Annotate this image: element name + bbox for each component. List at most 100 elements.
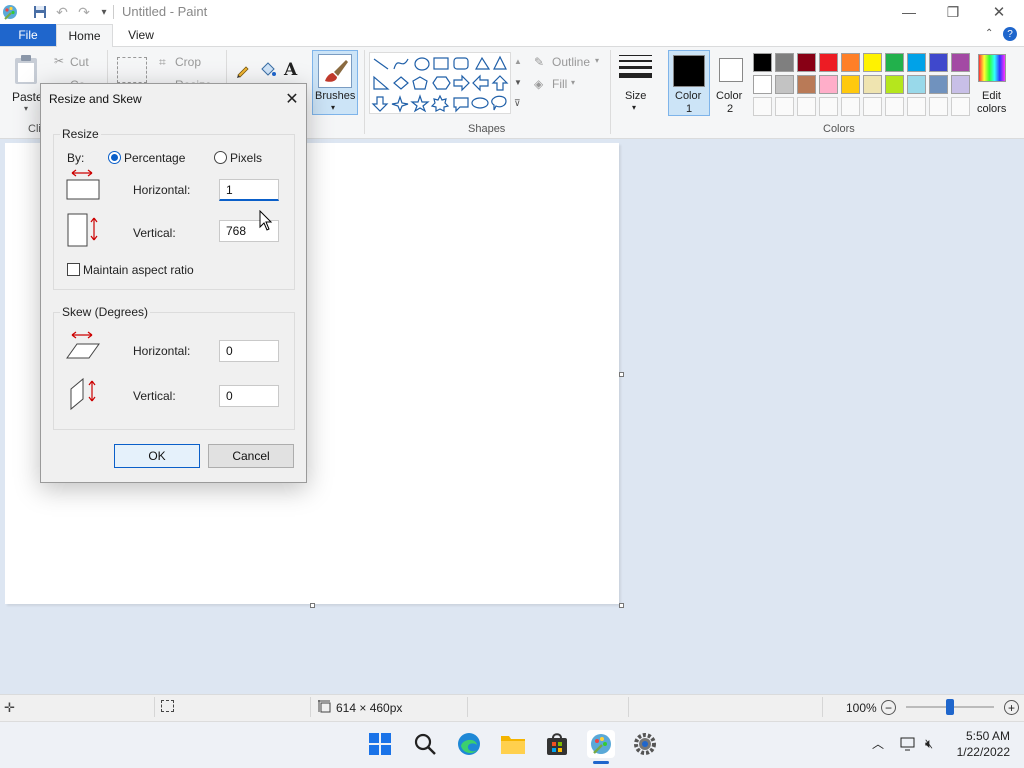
save-icon[interactable] [30,2,50,22]
crop-button[interactable]: Crop [175,55,201,69]
canvas-resize-handle-right[interactable] [619,372,624,377]
color2-swatch[interactable] [719,58,743,82]
palette-swatch[interactable] [775,53,794,72]
settings-gear-icon[interactable] [631,730,659,758]
custom-color-slot[interactable] [929,97,948,116]
edge-browser-icon[interactable] [455,730,483,758]
outline-dropdown[interactable]: Outline [552,55,590,69]
pencil-icon[interactable] [235,62,251,81]
resize-horizontal-input[interactable] [219,179,279,201]
paste-dropdown-icon[interactable]: ▾ [24,104,28,113]
edit-colors-label[interactable]: Edit [982,90,1001,102]
pixels-label[interactable]: Pixels [230,151,262,165]
fill-bucket-icon[interactable] [259,62,277,81]
volume-muted-icon[interactable]: 🔇︎ [925,736,933,752]
custom-color-slot[interactable] [797,97,816,116]
size-dropdown-icon[interactable]: ▾ [632,103,636,112]
palette-swatch[interactable] [863,75,882,94]
zoom-in-button[interactable]: + [1004,700,1019,715]
palette-swatch[interactable] [951,53,970,72]
percentage-label[interactable]: Percentage [124,151,185,165]
edit-colors-icon[interactable] [978,54,1006,82]
shapes-gallery[interactable] [369,52,511,114]
palette-swatch[interactable] [841,75,860,94]
custom-color-slot[interactable] [951,97,970,116]
maintain-aspect-label[interactable]: Maintain aspect ratio [83,263,194,277]
custom-color-slot[interactable] [885,97,904,116]
skew-horizontal-label: Horizontal: [133,344,191,358]
paint-app-icon[interactable] [0,2,20,22]
cancel-button[interactable]: Cancel [208,444,294,468]
canvas-resize-handle-corner[interactable] [619,603,624,608]
skew-vertical-input[interactable] [219,385,279,407]
undo-icon[interactable]: ↶ [52,2,72,22]
custom-color-slot[interactable] [819,97,838,116]
custom-color-slot[interactable] [841,97,860,116]
custom-color-slot[interactable] [863,97,882,116]
brushes-label: Brushes [315,90,356,102]
ok-button[interactable]: OK [114,444,200,468]
custom-color-slot[interactable] [907,97,926,116]
palette-swatch[interactable] [753,75,772,94]
network-icon[interactable] [900,737,916,754]
paint-taskbar-icon[interactable] [587,730,615,758]
palette-swatch[interactable] [885,53,904,72]
shapes-scroll-down-icon[interactable]: ▼ [514,78,522,87]
palette-swatch[interactable] [797,75,816,94]
customize-toolbar-dropdown-icon[interactable]: ▾ [94,2,114,22]
minimize-button[interactable]: — [886,0,932,24]
palette-swatch[interactable] [819,53,838,72]
canvas-resize-handle-bottom[interactable] [310,603,315,608]
help-icon[interactable]: ? [1003,27,1017,41]
close-button[interactable]: ✕ [976,0,1022,24]
microsoft-store-icon[interactable] [543,730,571,758]
palette-swatch[interactable] [907,75,926,94]
palette-swatch[interactable] [819,75,838,94]
resize-vertical-icon [67,212,101,251]
text-tool-icon[interactable]: A [284,60,297,80]
palette-swatch[interactable] [797,53,816,72]
clock-time[interactable]: 5:50 AM [962,729,1010,743]
palette-swatch[interactable] [885,75,904,94]
redo-icon[interactable]: ↷ [74,2,94,22]
file-explorer-icon[interactable] [499,730,527,758]
shapes-scroll-up-icon[interactable]: ▲ [514,57,522,66]
skew-horizontal-input[interactable] [219,340,279,362]
size-icon[interactable] [619,55,652,78]
clock-date[interactable]: 1/22/2022 [950,745,1010,759]
zoom-out-button[interactable]: − [881,700,896,715]
palette-swatch[interactable] [907,53,926,72]
brushes-dropdown-icon[interactable]: ▾ [331,103,335,112]
tab-view[interactable]: View [116,24,166,46]
tab-home[interactable]: Home [56,24,113,47]
ribbon-separator [610,50,611,134]
zoom-slider-thumb[interactable] [946,699,954,715]
shapes-more-icon[interactable]: ⊽ [514,98,521,109]
palette-swatch[interactable] [951,75,970,94]
cut-button[interactable]: Cut [70,55,89,69]
select-icon[interactable] [117,57,147,83]
dialog-close-icon[interactable]: ✕ [281,88,303,110]
paste-button[interactable]: Paste [12,90,43,104]
fill-dropdown[interactable]: Fill [552,77,567,91]
custom-color-slot[interactable] [753,97,772,116]
palette-swatch[interactable] [929,53,948,72]
paste-icon[interactable] [12,54,40,89]
palette-swatch[interactable] [863,53,882,72]
palette-swatch[interactable] [929,75,948,94]
custom-color-slot[interactable] [775,97,794,116]
tab-file[interactable]: File [0,24,56,46]
palette-swatch[interactable] [775,75,794,94]
pixels-radio[interactable] [214,151,227,164]
show-hidden-icons-icon[interactable]: ︿ [872,735,884,752]
windows-start-icon[interactable] [366,730,394,758]
maximize-button[interactable]: ❐ [930,0,976,24]
resize-skew-dialog: Resize and Skew ✕ Resize By: Percentage … [40,83,307,483]
color2-label[interactable]: Color [716,90,742,102]
percentage-radio[interactable] [108,151,121,164]
maintain-aspect-checkbox[interactable] [67,263,80,276]
search-icon[interactable] [411,730,439,758]
palette-swatch[interactable] [753,53,772,72]
palette-swatch[interactable] [841,53,860,72]
collapse-ribbon-icon[interactable]: ⌃ [985,28,993,39]
